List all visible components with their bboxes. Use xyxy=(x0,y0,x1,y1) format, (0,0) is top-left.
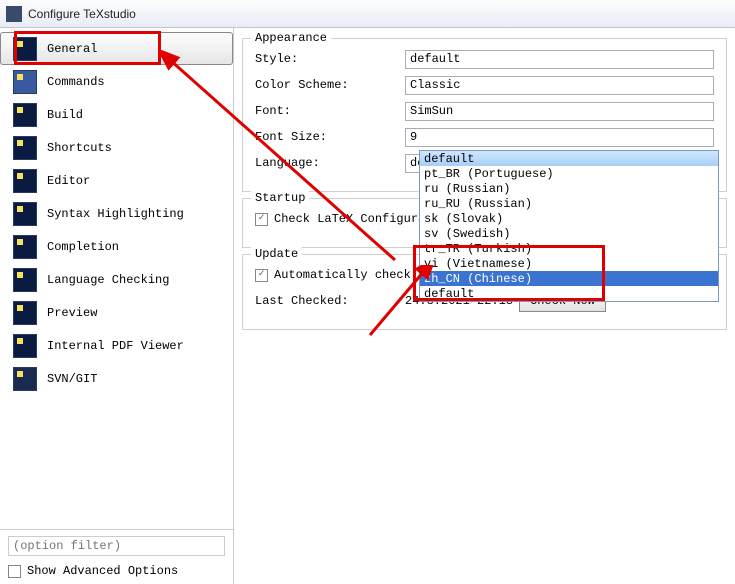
dropdown-option[interactable]: pt_BR (Portuguese) xyxy=(420,166,718,181)
dropdown-current[interactable]: default xyxy=(420,151,718,166)
sidebar-icon xyxy=(13,103,37,127)
sidebar-icon xyxy=(13,235,37,259)
sidebar-item-label: Build xyxy=(47,108,83,122)
startup-title: Startup xyxy=(251,191,309,205)
dropdown-option[interactable]: vi (Vietnamese) xyxy=(420,256,718,271)
sidebar: General Commands Build Shortcuts Editor Synta… xyxy=(0,28,234,584)
sidebar-item-label: SVN/GIT xyxy=(47,372,97,386)
show-advanced-label: Show Advanced Options xyxy=(27,564,178,578)
sidebar-list: General Commands Build Shortcuts Editor Synta… xyxy=(0,28,233,529)
sidebar-item-label: Commands xyxy=(47,75,105,89)
app-icon xyxy=(6,6,22,22)
style-select[interactable] xyxy=(405,50,714,69)
update-title: Update xyxy=(251,247,302,261)
sidebar-icon xyxy=(13,301,37,325)
language-label: Language: xyxy=(255,156,405,170)
sidebar-icon xyxy=(13,268,37,292)
sidebar-item-preview[interactable]: Preview xyxy=(0,296,233,329)
dropdown-option[interactable]: sv (Swedish) xyxy=(420,226,718,241)
sidebar-item-build[interactable]: Build xyxy=(0,98,233,131)
sidebar-item-label: Syntax Highlighting xyxy=(47,207,184,221)
sidebar-item-label: Shortcuts xyxy=(47,141,112,155)
sidebar-item-shortcuts[interactable]: Shortcuts xyxy=(0,131,233,164)
sidebar-item-label: Internal PDF Viewer xyxy=(47,339,184,353)
sidebar-icon xyxy=(13,37,37,61)
sidebar-item-general[interactable]: General xyxy=(0,32,233,65)
sidebar-icon xyxy=(13,136,37,160)
check-latex-checkbox[interactable] xyxy=(255,213,268,226)
last-checked-label: Last Checked: xyxy=(255,294,405,308)
appearance-title: Appearance xyxy=(251,31,331,45)
sidebar-item-commands[interactable]: Commands xyxy=(0,65,233,98)
sidebar-item-internal-pdf-viewer[interactable]: Internal PDF Viewer xyxy=(0,329,233,362)
font-label: Font: xyxy=(255,104,405,118)
sidebar-item-label: Language Checking xyxy=(47,273,169,287)
language-dropdown[interactable]: defaultpt_BR (Portuguese)ru (Russian)ru_… xyxy=(419,150,719,302)
sidebar-item-label: General xyxy=(47,42,97,56)
dropdown-option[interactable]: zh_CN (Chinese) xyxy=(420,271,718,286)
sidebar-icon xyxy=(13,367,37,391)
scheme-label: Color Scheme: xyxy=(255,78,405,92)
sidebar-icon xyxy=(13,334,37,358)
sidebar-item-completion[interactable]: Completion xyxy=(0,230,233,263)
show-advanced-checkbox[interactable] xyxy=(8,565,21,578)
sidebar-item-language-checking[interactable]: Language Checking xyxy=(0,263,233,296)
sidebar-icon xyxy=(13,169,37,193)
main-panel: Appearance Style: Color Scheme: Font: Fo… xyxy=(234,28,735,584)
sidebar-item-syntax-highlighting[interactable]: Syntax Highlighting xyxy=(0,197,233,230)
titlebar: Configure TeXstudio xyxy=(0,0,735,28)
fontsize-input[interactable] xyxy=(405,128,714,147)
dropdown-option[interactable]: sk (Slovak) xyxy=(420,211,718,226)
dropdown-option[interactable]: ru (Russian) xyxy=(420,181,718,196)
style-label: Style: xyxy=(255,52,405,66)
sidebar-item-label: Completion xyxy=(47,240,119,254)
sidebar-item-svn-git[interactable]: SVN/GIT xyxy=(0,362,233,395)
sidebar-item-label: Editor xyxy=(47,174,90,188)
font-select[interactable] xyxy=(405,102,714,121)
scheme-select[interactable] xyxy=(405,76,714,95)
window-title: Configure TeXstudio xyxy=(28,7,136,21)
sidebar-item-editor[interactable]: Editor xyxy=(0,164,233,197)
sidebar-icon xyxy=(13,70,37,94)
dropdown-option[interactable]: tr_TR (Turkish) xyxy=(420,241,718,256)
sidebar-icon xyxy=(13,202,37,226)
auto-check-checkbox[interactable] xyxy=(255,269,268,282)
dropdown-option[interactable]: default xyxy=(420,286,718,301)
fontsize-label: Font Size: xyxy=(255,130,405,144)
sidebar-item-label: Preview xyxy=(47,306,97,320)
dropdown-option[interactable]: ru_RU (Russian) xyxy=(420,196,718,211)
option-filter-input[interactable] xyxy=(8,536,225,556)
